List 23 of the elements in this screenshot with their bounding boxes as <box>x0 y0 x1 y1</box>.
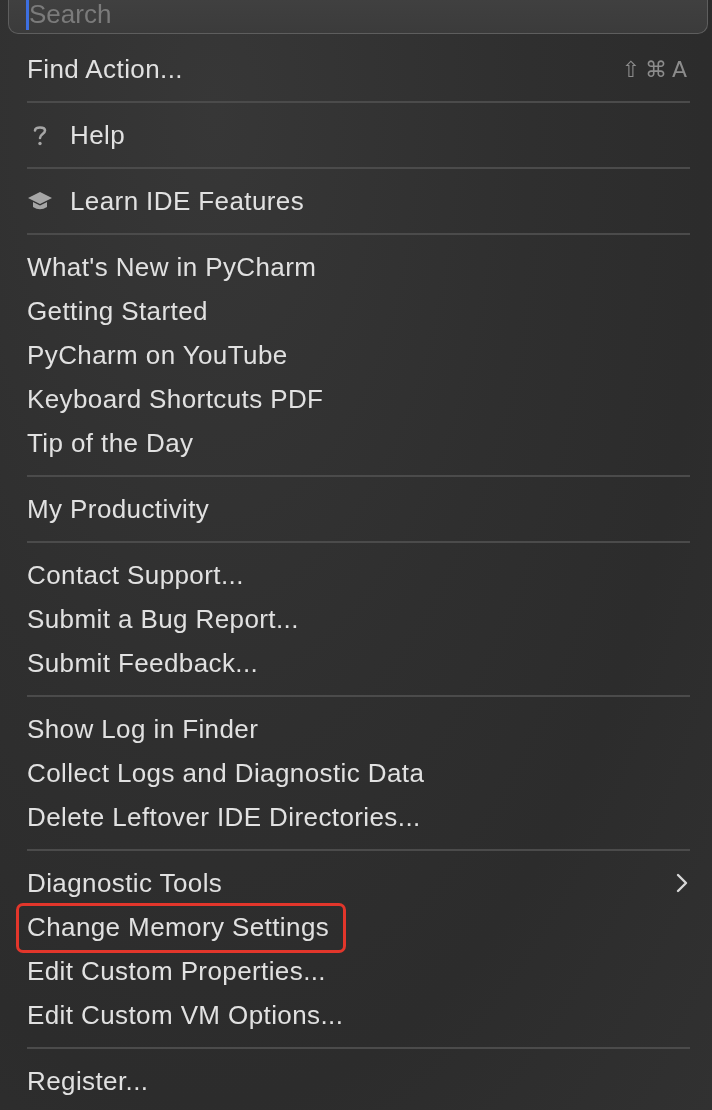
menu-item[interactable]: Find Action... <box>27 54 183 84</box>
search-field[interactable]: Search <box>8 0 708 34</box>
menu-item[interactable]: Change Memory Settings <box>27 912 330 942</box>
menu-item[interactable]: Keyboard Shortcuts PDF <box>27 384 324 414</box>
menu-item[interactable]: Edit Custom VM Options... <box>27 1000 344 1030</box>
keyboard-shortcut: ⇧⌘A <box>621 56 692 82</box>
chevron-right-icon <box>676 873 688 893</box>
menu-item[interactable]: My Productivity <box>27 494 210 524</box>
menu-item[interactable]: Show Log in Finder <box>27 714 259 744</box>
menu-item[interactable]: Learn IDE Features <box>70 186 305 216</box>
menu-item[interactable]: Contact Support... <box>27 560 244 590</box>
menu-item[interactable]: What's New in PyCharm <box>27 252 317 282</box>
menu-item[interactable]: PyCharm on YouTube <box>27 340 288 370</box>
menu-item[interactable]: Help <box>70 120 126 150</box>
menu-item[interactable]: Getting Started <box>27 296 208 326</box>
menu-item[interactable]: Delete Leftover IDE Directories... <box>27 802 421 832</box>
menu-item[interactable]: Edit Custom Properties... <box>27 956 326 986</box>
menu-item[interactable]: Collect Logs and Diagnostic Data <box>27 758 425 788</box>
menu-item[interactable]: Diagnostic Tools <box>27 868 223 898</box>
menu-item[interactable]: Submit a Bug Report... <box>27 604 299 634</box>
menu-item[interactable]: Submit Feedback... <box>27 648 259 678</box>
menu-item[interactable]: Tip of the Day <box>27 428 194 458</box>
menu-item[interactable]: Register... <box>27 1066 149 1096</box>
